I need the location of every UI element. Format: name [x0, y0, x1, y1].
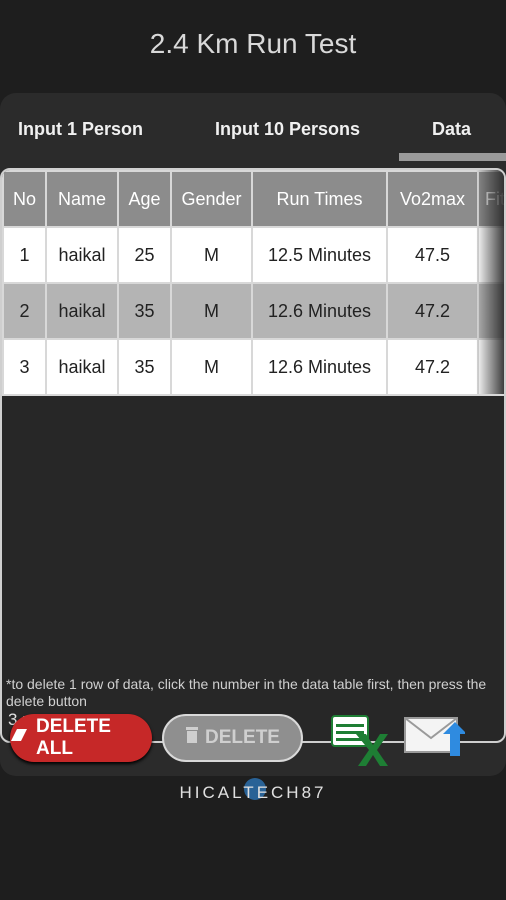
active-tab-indicator: [399, 153, 506, 161]
col-header-name[interactable]: Name: [45, 170, 119, 228]
excel-export-icon[interactable]: [330, 714, 388, 768]
table-row[interactable]: 3 haikal 35 M 12.6 Minutes 47.2: [2, 338, 504, 396]
col-header-gender[interactable]: Gender: [170, 170, 253, 228]
data-table: No Name Age Gender Run Times Vo2max Fit …: [2, 170, 504, 396]
cell-vo2max: 47.5: [386, 226, 479, 284]
cell-name: haikal: [45, 282, 119, 340]
brand-footer: HICALTECH87: [179, 783, 327, 802]
cell-age: 35: [117, 282, 172, 340]
cell-run-time: 12.5 Minutes: [251, 226, 388, 284]
email-send-icon[interactable]: [403, 710, 467, 768]
cell-name: haikal: [45, 338, 119, 396]
tab-input-10-persons[interactable]: Input 10 Persons: [215, 119, 360, 140]
cell-vo2max: 47.2: [386, 282, 479, 340]
cell-fit: [477, 338, 504, 396]
cell-gender: M: [170, 226, 253, 284]
cell-gender: M: [170, 282, 253, 340]
app-title: 2.4 Km Run Test: [149, 28, 357, 59]
cell-name: haikal: [45, 226, 119, 284]
cell-no[interactable]: 2: [2, 282, 47, 340]
col-header-age[interactable]: Age: [117, 170, 172, 228]
cell-run-time: 12.6 Minutes: [251, 282, 388, 340]
tab-input-1-person[interactable]: Input 1 Person: [18, 119, 143, 140]
data-grid[interactable]: No Name Age Gender Run Times Vo2max Fit …: [0, 168, 506, 743]
trash-icon: [185, 726, 199, 750]
delete-hint: *to delete 1 row of data, click the numb…: [6, 676, 487, 709]
delete-all-label: DELETE ALL: [36, 716, 111, 759]
tab-bar: Input 1 Person Input 10 Persons Data: [0, 93, 506, 163]
delete-label: DELETE: [205, 727, 280, 748]
table-header-row: No Name Age Gender Run Times Vo2max Fit: [2, 170, 504, 228]
col-header-no[interactable]: No: [2, 170, 47, 228]
cell-fit: [477, 282, 504, 340]
cell-age: 35: [117, 338, 172, 396]
cell-gender: M: [170, 338, 253, 396]
col-header-run-times[interactable]: Run Times: [251, 170, 388, 228]
tab-data[interactable]: Data: [432, 119, 471, 140]
cell-no[interactable]: 1: [2, 226, 47, 284]
col-header-fit[interactable]: Fit: [477, 170, 504, 228]
cell-age: 25: [117, 226, 172, 284]
col-header-vo2max[interactable]: Vo2max: [386, 170, 479, 228]
cell-fit: [477, 226, 504, 284]
eraser-icon: [10, 727, 30, 749]
main-panel: Input 1 Person Input 10 Persons Data No …: [0, 93, 506, 776]
cell-no[interactable]: 3: [2, 338, 47, 396]
table-row[interactable]: 2 haikal 35 M 12.6 Minutes 47.2: [2, 282, 504, 340]
cell-vo2max: 47.2: [386, 338, 479, 396]
cell-run-time: 12.6 Minutes: [251, 338, 388, 396]
delete-button[interactable]: DELETE: [162, 714, 303, 762]
table-row[interactable]: 1 haikal 25 M 12.5 Minutes 47.5: [2, 226, 504, 284]
delete-all-button[interactable]: DELETE ALL: [10, 714, 152, 762]
